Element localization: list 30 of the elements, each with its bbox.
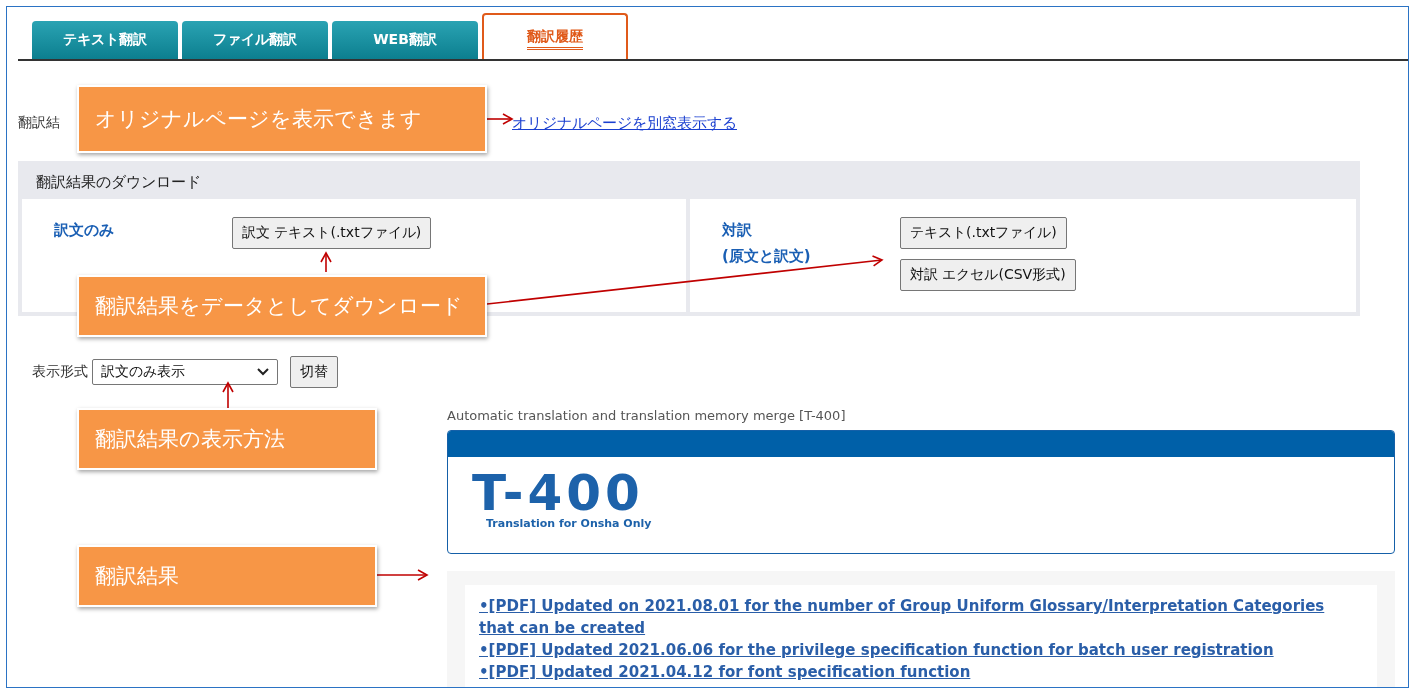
logo-mark: T-400 [472, 469, 644, 517]
document-link[interactable]: •[PDF] Updated 2021.04.12 for font specification function [479, 661, 1363, 683]
format-label: 表示形式 [32, 363, 88, 381]
download-button[interactable]: テキスト(.txtファイル) [900, 217, 1067, 249]
switch-button[interactable]: 切替 [290, 356, 338, 388]
format-select[interactable]: 訳文のみ表示 [92, 359, 278, 385]
original-page-link[interactable]: オリジナルページを別窓表示する [512, 113, 737, 133]
callout-label: 翻訳結果 [77, 545, 377, 607]
pointer-arrow [376, 569, 428, 581]
pointer-arrow [222, 382, 234, 409]
tab[interactable]: WEB翻訳 [332, 21, 478, 59]
caption: Automatic translation and translation memory merge [T-400] [447, 408, 847, 423]
panel-title: 翻訳結果のダウンロード [35, 172, 202, 193]
download-button[interactable]: 対訳 エクセル(CSV形式) [900, 259, 1076, 291]
download-button[interactable]: 訳文 テキスト(.txtファイル) [232, 217, 432, 249]
document-link[interactable]: •[PDF] Updated on 2021.08.01 for the number of Group Uniform Glossary/Interpretation Categories that can be created [479, 595, 1363, 639]
pointer-arrow [320, 252, 332, 273]
pointer-arrow [486, 113, 513, 125]
tab[interactable]: テキスト翻訳 [32, 21, 178, 59]
callout-label: 翻訳結果をデータとしてダウンロード [77, 275, 487, 337]
group-label: 対訳 (原文と訳文) [722, 220, 812, 267]
callout-label: オリジナルページを表示できます [77, 85, 487, 153]
section-label: 翻訳結 [18, 114, 60, 132]
group-label: 訳文のみ [54, 220, 115, 241]
tab[interactable]: 翻訳履歴 [482, 13, 628, 59]
document-link[interactable]: •[PDF] Updated 2021.06.06 for the privilege specification function for batch user registration [479, 639, 1363, 661]
chevron-icon [257, 368, 269, 376]
tab[interactable]: ファイル翻訳 [182, 21, 328, 59]
logo-tagline: Translation for Onsha Only [486, 517, 653, 530]
callout-label: 翻訳結果の表示方法 [77, 408, 377, 470]
